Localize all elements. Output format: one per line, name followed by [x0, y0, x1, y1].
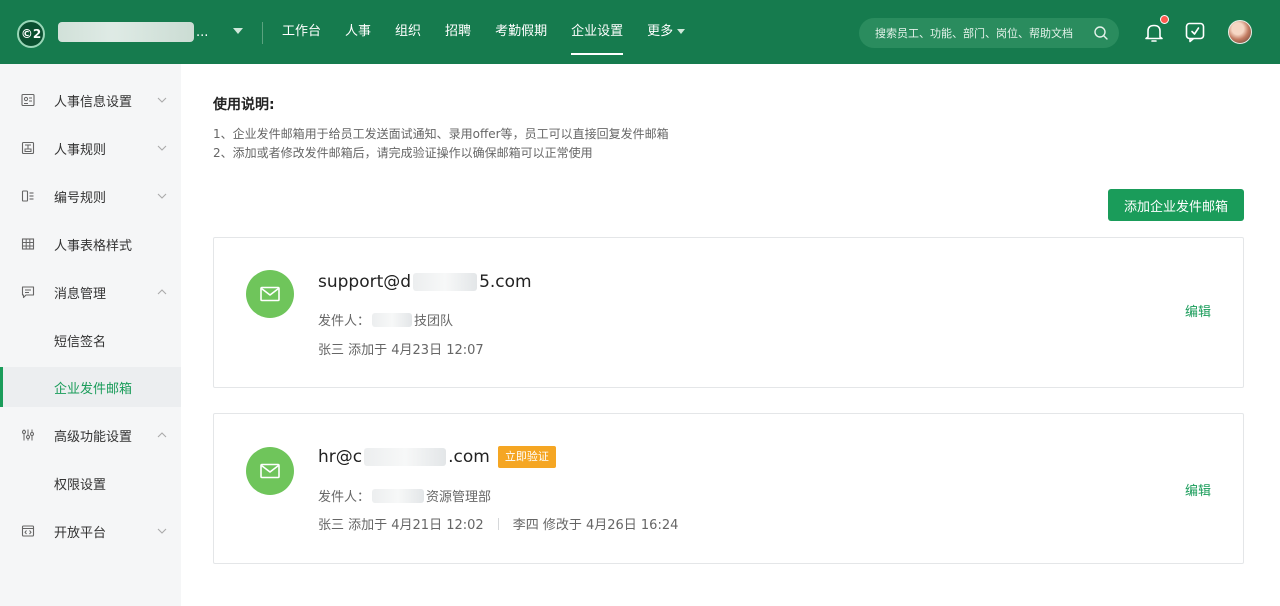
- sender-email-card: support@d 5.com 发件人： 技团队 张三 添加于 4月23日 12…: [213, 237, 1244, 388]
- sliders-icon: [22, 429, 34, 441]
- chevron-up-icon: [157, 432, 167, 438]
- chevron-down-icon: [157, 97, 167, 103]
- top-navigation-bar: ©2 ... 工作台 人事 组织 招聘 考勤假期 企业设置 更多: [0, 0, 1280, 64]
- chevron-down-icon: [157, 528, 167, 534]
- global-search: [859, 18, 1119, 48]
- notification-badge: [1160, 15, 1169, 24]
- sender-name: 发件人： 资源管理部: [318, 486, 491, 505]
- sidebar: 人事信息设置 人事规则 编号规则 人事表格样式 消息管理 短信签名 企业发件邮箱…: [0, 64, 181, 606]
- sidebar-item-personnel-rules[interactable]: 人事规则: [0, 128, 181, 168]
- sender-label: 发件人：: [318, 490, 371, 505]
- envelope-icon: [260, 286, 280, 302]
- email-address: support@d 5.com: [318, 272, 532, 292]
- nav-recruitment[interactable]: 招聘: [445, 0, 471, 64]
- sidebar-item-numbering-rules[interactable]: 编号规则: [0, 176, 181, 216]
- sender-name-suffix: 资源管理部: [426, 490, 492, 505]
- usage-instruction-line-2: 2、添加或者修改发件邮箱后，请完成验证操作以确保邮箱可以正常使用: [213, 146, 593, 160]
- company-name-ellipsis: ...: [196, 24, 209, 40]
- nav-organization[interactable]: 组织: [395, 0, 421, 64]
- mail-icon-circle: [246, 270, 294, 318]
- main-nav: 工作台 人事 组织 招聘 考勤假期 企业设置 更多: [282, 0, 709, 64]
- sidebar-item-label: 人事规则: [54, 142, 107, 158]
- company-switcher[interactable]: ...: [58, 21, 208, 43]
- envelope-icon: [260, 463, 280, 479]
- id-card-icon: [21, 93, 35, 107]
- add-sender-email-button[interactable]: 添加企业发件邮箱: [1108, 189, 1244, 221]
- nav-attendance-leave[interactable]: 考勤假期: [495, 0, 547, 64]
- edit-link[interactable]: 编辑: [1185, 301, 1211, 320]
- bell-icon[interactable]: [1143, 21, 1165, 43]
- sidebar-item-enterprise-sender-email[interactable]: 企业发件邮箱: [0, 367, 181, 407]
- nav-workbench[interactable]: 工作台: [282, 0, 321, 64]
- sender-label: 发件人：: [318, 314, 371, 329]
- search-input[interactable]: [875, 26, 1093, 40]
- redacted-text: [372, 488, 425, 503]
- sidebar-item-advanced-settings[interactable]: 高级功能设置: [0, 415, 181, 455]
- sidebar-item-label: 编号规则: [54, 190, 107, 206]
- table-icon: [21, 238, 35, 250]
- rules-icon: [21, 141, 35, 155]
- nav-more[interactable]: 更多: [647, 0, 686, 64]
- company-dropdown-caret-icon[interactable]: [233, 28, 243, 34]
- chevron-down-icon: [157, 193, 167, 199]
- sidebar-item-label: 企业发件邮箱: [54, 381, 133, 397]
- app-logo[interactable]: ©2: [17, 20, 45, 48]
- company-name-redacted: [58, 22, 194, 42]
- redacted-text: [372, 312, 413, 327]
- feedback-icon[interactable]: [1184, 21, 1206, 43]
- redacted-text: [364, 448, 447, 466]
- nav-personnel[interactable]: 人事: [345, 0, 371, 64]
- modified-by: 李四 修改于 4月26日 16:24: [512, 518, 679, 533]
- sender-name-suffix: 技团队: [414, 314, 454, 329]
- sidebar-item-message-management[interactable]: 消息管理: [0, 272, 181, 312]
- email-meta: 张三 添加于 4月23日 12:07: [318, 339, 484, 358]
- message-icon: [21, 286, 35, 299]
- email-prefix: hr@c: [318, 447, 363, 467]
- code-icon: [21, 525, 35, 537]
- meta-divider: [497, 517, 499, 530]
- chevron-down-icon: [677, 29, 686, 34]
- sidebar-item-label: 短信签名: [54, 334, 107, 350]
- usage-instruction-line-1: 1、企业发件邮箱用于给员工发送面试通知、录用offer等，员工可以直接回复发件邮…: [213, 127, 669, 141]
- email-suffix: .com: [448, 447, 490, 467]
- redacted-text: [413, 273, 478, 291]
- email-address: hr@c .com 立即验证: [318, 446, 556, 468]
- sidebar-item-personnel-table-style[interactable]: 人事表格样式: [0, 224, 181, 264]
- sidebar-item-label: 开放平台: [54, 525, 107, 541]
- email-prefix: support@d: [318, 272, 412, 292]
- usage-instructions-title: 使用说明:: [213, 97, 275, 113]
- header-divider: [262, 22, 263, 44]
- nav-enterprise-settings[interactable]: 企业设置: [571, 0, 624, 64]
- edit-link[interactable]: 编辑: [1185, 480, 1211, 499]
- user-avatar[interactable]: [1228, 20, 1252, 44]
- mail-icon-circle: [246, 447, 294, 495]
- sidebar-item-label: 人事信息设置: [54, 94, 133, 110]
- sender-name: 发件人： 技团队: [318, 310, 453, 329]
- numbering-icon: [21, 190, 34, 202]
- added-by: 张三 添加于 4月21日 12:02: [318, 518, 484, 533]
- email-meta: 张三 添加于 4月21日 12:02 李四 修改于 4月26日 16:24: [318, 514, 678, 533]
- sidebar-item-label: 高级功能设置: [54, 429, 133, 445]
- verify-now-button[interactable]: 立即验证: [497, 446, 556, 468]
- sidebar-item-sms-signature[interactable]: 短信签名: [0, 320, 181, 360]
- sidebar-item-permission-settings[interactable]: 权限设置: [0, 463, 181, 503]
- nav-more-label: 更多: [647, 24, 674, 39]
- sidebar-item-personnel-info-settings[interactable]: 人事信息设置: [0, 80, 181, 120]
- sidebar-item-label: 消息管理: [54, 286, 107, 302]
- chevron-down-icon: [157, 145, 167, 151]
- sidebar-item-open-platform[interactable]: 开放平台: [0, 511, 181, 551]
- added-by: 张三 添加于 4月23日 12:07: [318, 343, 484, 358]
- main-content: 使用说明: 1、企业发件邮箱用于给员工发送面试通知、录用offer等，员工可以直…: [181, 64, 1280, 606]
- sidebar-item-label: 权限设置: [54, 477, 107, 493]
- search-icon[interactable]: [1093, 25, 1109, 41]
- chevron-up-icon: [157, 289, 167, 295]
- sidebar-item-label: 人事表格样式: [54, 238, 133, 254]
- sender-email-card: hr@c .com 立即验证 发件人： 资源管理部 张三 添加于 4月21日 1…: [213, 413, 1244, 564]
- email-suffix: 5.com: [479, 272, 532, 292]
